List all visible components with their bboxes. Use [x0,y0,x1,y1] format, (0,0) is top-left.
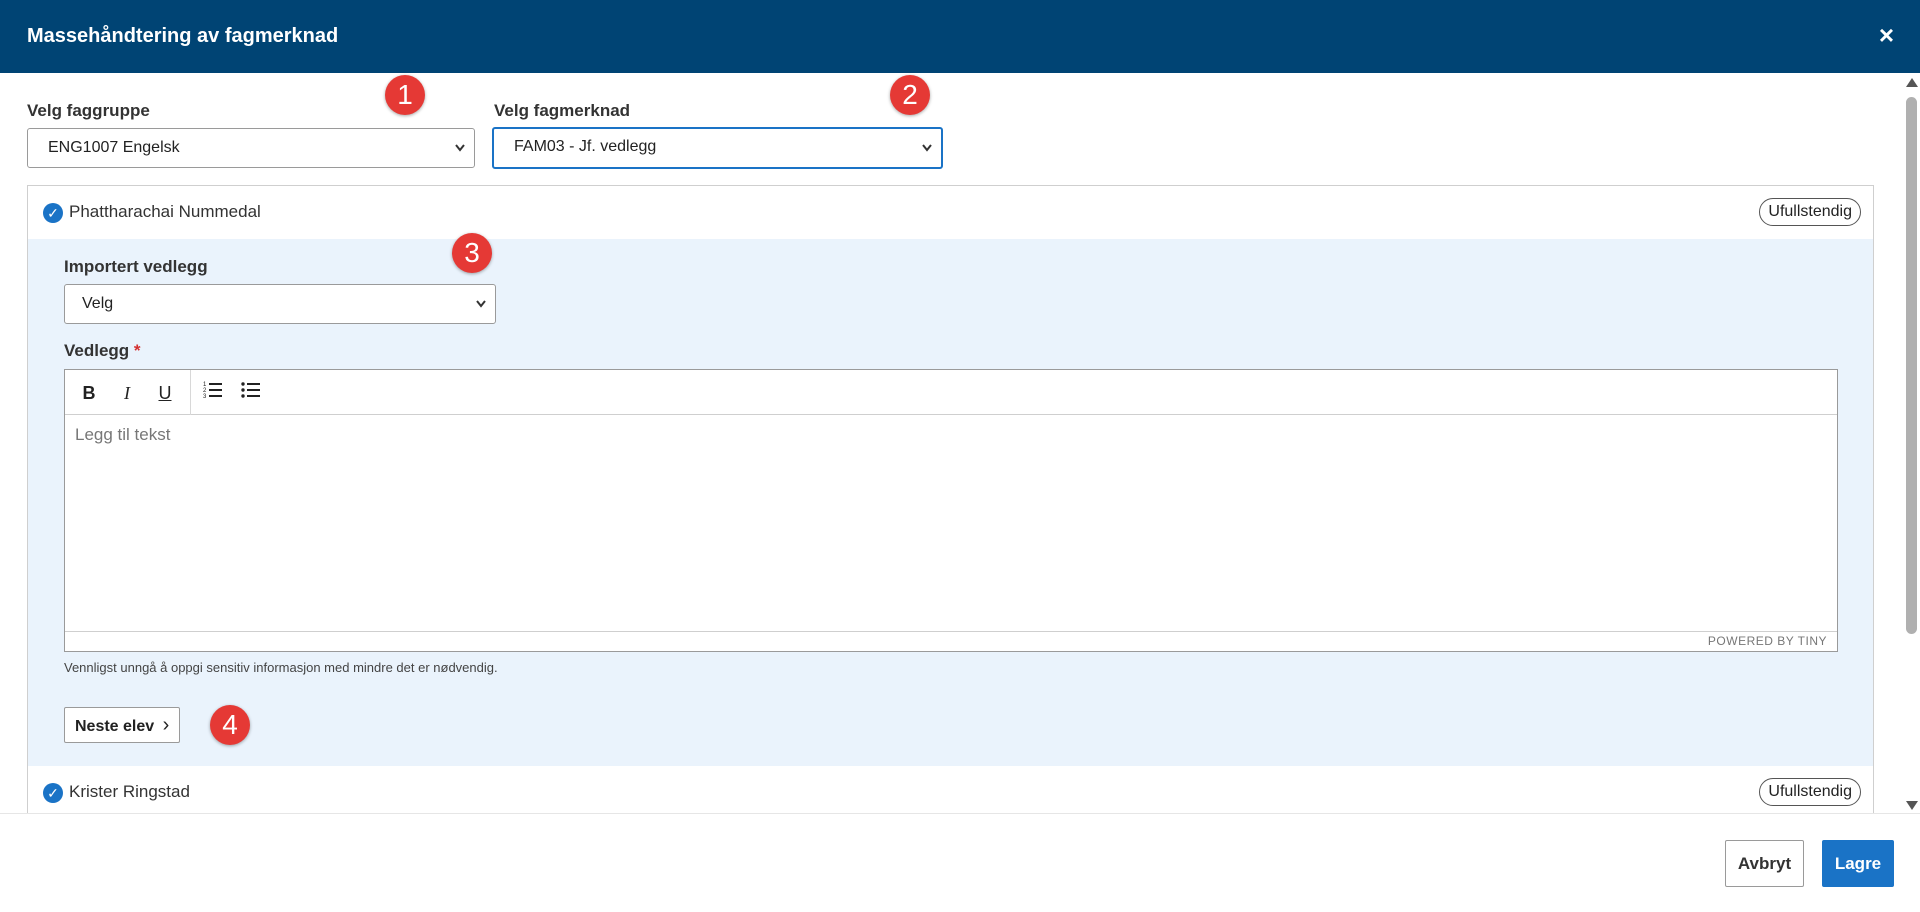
editor-placeholder: Legg til tekst [75,425,171,444]
dialog-footer: Avbryt Lagre [0,813,1920,912]
chevron-down-icon [475,285,487,337]
remark-label: Velg fagmerknad [494,101,631,120]
underline-icon[interactable]: U [151,379,179,407]
subject-group-select[interactable]: ENG1007 Engelsk [27,128,475,168]
chevron-down-icon [921,129,933,180]
editor-branding: POWERED BY TINY [65,631,1837,651]
status-badge: Ufullstendig [1759,198,1861,226]
annotation-marker-1: 1 [385,75,425,115]
chevron-down-icon [454,129,466,181]
imported-attachment-value: Velg [82,295,114,312]
annotation-marker-2: 2 [890,75,930,115]
save-button[interactable]: Lagre [1822,840,1894,887]
numbered-list-icon[interactable]: 123 [199,379,227,407]
student-list: ✓ Phattharachai Nummedal Ufullstendig Im… [27,185,1874,813]
scroll-up-icon[interactable] [1906,78,1918,87]
student-name: Phattharachai Nummedal [69,202,261,221]
editor-toolbar: B I U 123 [65,370,1837,415]
subject-group-value: ENG1007 Engelsk [48,139,180,156]
annotation-marker-3: 3 [452,233,492,273]
checkbox-checked-icon[interactable]: ✓ [43,783,63,803]
bold-icon[interactable]: B [75,379,103,407]
dialog-title: Massehåndtering av fagmerknad [27,25,339,47]
next-student-button[interactable]: Neste elev › [64,707,181,743]
chevron-right-icon: › [162,714,170,736]
vertical-scrollbar[interactable] [1903,78,1920,810]
student-name: Krister Ringstad [69,782,190,801]
imported-attachment-label: Importert vedlegg [64,257,208,276]
mass-remark-dialog: Massehåndtering av fagmerknad × Velg fag… [0,0,1920,912]
dialog-content: Velg faggruppe ENG1007 Engelsk 1 Velg fa… [0,73,1900,813]
svg-text:3: 3 [203,394,207,400]
imported-attachment-select[interactable]: Velg [64,284,496,324]
remark-select[interactable]: FAM03 - Jf. vedlegg [492,127,943,169]
annotation-marker-4: 4 [210,705,250,745]
scroll-thumb[interactable] [1906,97,1917,634]
toolbar-divider [190,370,191,415]
scroll-down-icon[interactable] [1906,801,1918,810]
subject-group-label: Velg faggruppe [27,101,150,120]
close-icon[interactable]: × [1879,22,1894,48]
bullet-list-icon[interactable] [237,379,265,407]
required-marker: * [133,341,141,360]
italic-icon[interactable]: I [113,379,141,407]
attachment-label-text: Vedlegg [64,341,130,360]
student-remark-panel: Importert vedlegg Velg 3 Vedlegg * B I U… [28,233,1873,766]
rich-text-editor[interactable]: B I U 123 Legg til tekst POWERED BY TINY [64,369,1838,652]
student-row[interactable]: ✓ Phattharachai Nummedal Ufullstendig [28,186,1873,239]
student-row[interactable]: ✓ Krister Ringstad Ufullstendig [28,766,1873,813]
next-student-label: Neste elev [75,718,155,735]
sensitive-info-hint: Vennligst unngå å oppgi sensitiv informa… [64,660,498,675]
attachment-label: Vedlegg * [64,341,141,361]
cancel-button[interactable]: Avbryt [1725,840,1804,887]
remark-value: FAM03 - Jf. vedlegg [514,138,657,155]
status-badge: Ufullstendig [1759,778,1861,806]
dialog-header: Massehåndtering av fagmerknad × [0,0,1920,73]
checkbox-checked-icon[interactable]: ✓ [43,203,63,223]
